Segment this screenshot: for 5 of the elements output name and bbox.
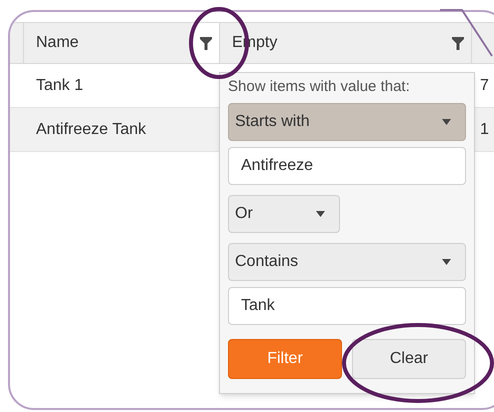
- table-cell-text: 1: [480, 120, 489, 140]
- table-cell-text: Tank 1: [36, 76, 84, 96]
- table-cell-text: Antifreeze Tank: [36, 120, 146, 140]
- table-cell-text: 7: [480, 76, 489, 96]
- filter-prompt: Show items with value that:: [228, 77, 411, 97]
